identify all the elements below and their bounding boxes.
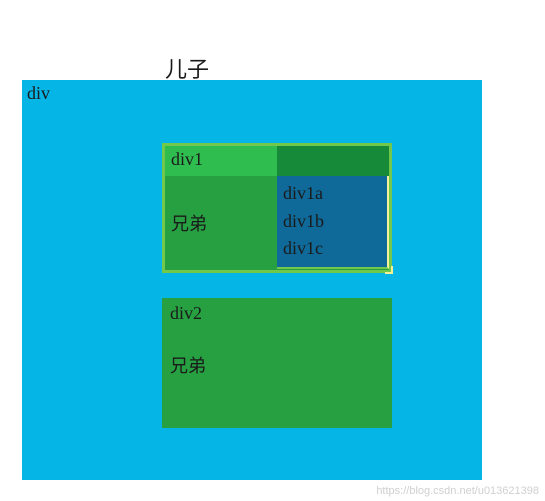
watermark-text: https://blog.csdn.net/u013621398	[376, 485, 539, 497]
div1b-label: div1b	[283, 210, 381, 233]
div2-container: div2 兄弟	[162, 298, 392, 428]
div2-label: div2	[170, 303, 384, 324]
div1-body-row: 兄弟 div1a div1b div1c	[165, 176, 389, 269]
div1c-label: div1c	[283, 237, 381, 260]
div1-sibling-label: 兄弟	[165, 176, 277, 269]
div1a-label: div1a	[283, 182, 381, 205]
outer-div-label: div	[27, 83, 50, 104]
div1-children-cell: div1a div1b div1c	[277, 176, 389, 269]
div2-sibling-label: 兄弟	[170, 352, 384, 378]
div1-label: div1	[165, 146, 277, 176]
outer-div: div div1 兄弟 div1a div1b div1c div2 兄弟	[22, 80, 482, 480]
div1-container: div1 兄弟 div1a div1b div1c	[162, 143, 392, 273]
div1-header-row: div1	[165, 146, 389, 176]
resize-handle-icon	[385, 266, 393, 274]
div1-header-right	[277, 146, 389, 176]
